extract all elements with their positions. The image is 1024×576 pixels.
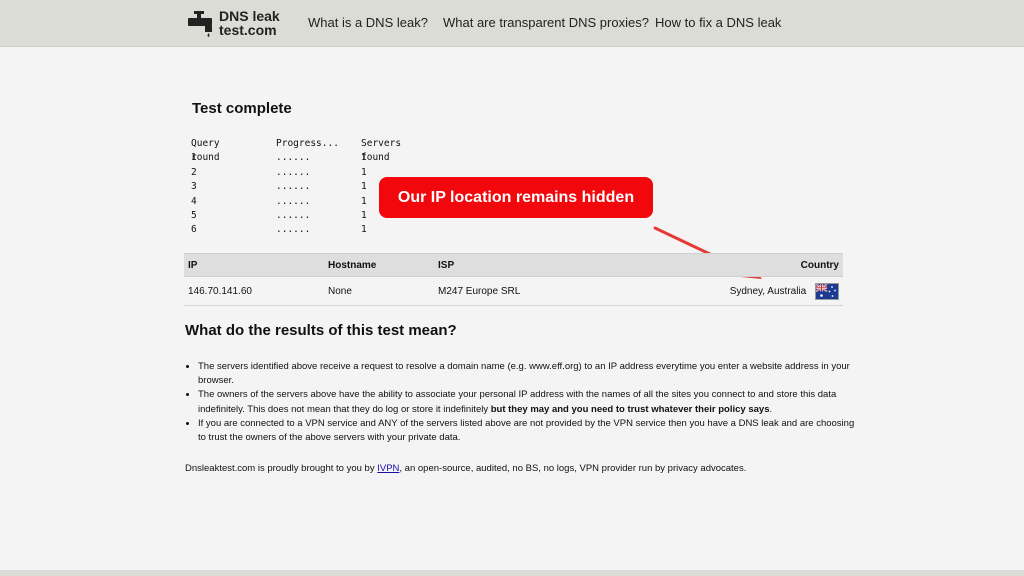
round-number: 2 xyxy=(191,166,197,178)
page-footer-strip xyxy=(0,570,1024,576)
trust-policy-emphasis: but they may and you need to trust whate… xyxy=(490,403,770,415)
round-servers: 1 xyxy=(361,166,367,178)
dns-servers-table: IP Hostname ISP Country 146.70.141.60 No… xyxy=(184,253,843,306)
col-hostname: Hostname xyxy=(324,253,434,277)
nav-what-is-dns-leak[interactable]: What is a DNS leak? xyxy=(308,15,428,30)
cell-country: Sydney, Australia xyxy=(602,276,843,306)
top-navbar: DNS leak test.com What is a DNS leak? Wh… xyxy=(0,0,1024,47)
logo-text-line1: DNS leak xyxy=(219,8,280,24)
round-progress: ...... xyxy=(276,195,311,207)
nav-how-to-fix[interactable]: How to fix a DNS leak xyxy=(655,15,781,30)
col-isp: ISP xyxy=(434,253,602,277)
round-number: 4 xyxy=(191,195,197,207)
col-servers-found: Servers found xyxy=(361,138,402,163)
cell-hostname: None xyxy=(324,276,434,306)
list-item: The owners of the servers above have the… xyxy=(198,388,858,416)
round-servers: 1 xyxy=(361,181,367,193)
country-name: Sydney, Australia xyxy=(729,285,807,297)
round-servers: 1 xyxy=(361,209,367,221)
round-progress: ...... xyxy=(276,209,311,221)
results-meaning-heading: What do the results of this test mean? xyxy=(185,322,457,339)
col-country: Country xyxy=(602,253,843,277)
sponsor-note: Dnsleaktest.com is proudly brought to yo… xyxy=(185,463,747,474)
round-servers: 1 xyxy=(361,195,367,207)
ivpn-link[interactable]: IVPN xyxy=(377,463,399,474)
nav-transparent-dns-proxies[interactable]: What are transparent DNS proxies? xyxy=(443,15,649,30)
round-number: 3 xyxy=(191,181,197,193)
ip-hidden-callout: Our IP location remains hidden xyxy=(379,177,653,218)
round-servers: 1 xyxy=(361,224,367,236)
table-row: 146.70.141.60 None M247 Europe SRL Sydne… xyxy=(184,276,843,306)
round-progress: ...... xyxy=(276,166,311,178)
round-number: 1 xyxy=(191,152,197,164)
table-header-row: IP Hostname ISP Country xyxy=(184,253,843,277)
results-explanation-list: The servers identified above receive a r… xyxy=(185,360,858,445)
list-item: If you are connected to a VPN service an… xyxy=(198,417,858,445)
faucet-icon xyxy=(188,11,212,37)
australia-flag-icon xyxy=(815,282,839,300)
col-progress: Progress... xyxy=(276,138,339,149)
logo-text-line2: test.com xyxy=(219,22,277,38)
round-number: 5 xyxy=(191,209,197,221)
col-ip: IP xyxy=(184,253,324,277)
cell-isp: M247 Europe SRL xyxy=(434,276,602,306)
round-servers: 1 xyxy=(361,152,367,164)
cell-ip: 146.70.141.60 xyxy=(184,276,324,306)
round-number: 6 xyxy=(191,224,197,236)
test-status-title: Test complete xyxy=(192,100,292,117)
round-progress: ...... xyxy=(276,224,311,236)
round-progress: ...... xyxy=(276,181,311,193)
list-item: The servers identified above receive a r… xyxy=(198,360,858,388)
round-progress: ...... xyxy=(276,152,311,164)
